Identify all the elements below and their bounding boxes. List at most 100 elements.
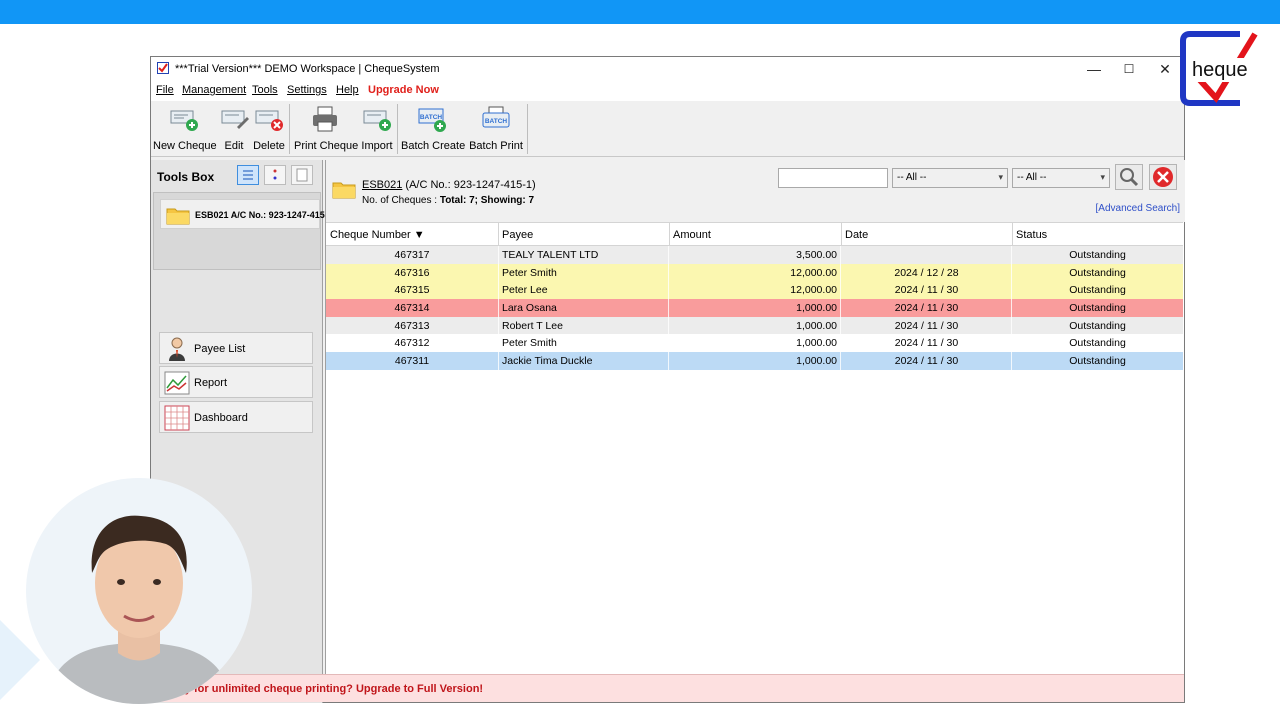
cell-cheque-number: 467316 — [394, 266, 430, 279]
batch-print-label: Batch Print — [469, 140, 523, 152]
payee-list-button[interactable]: Payee List — [159, 332, 313, 364]
search-button[interactable] — [1115, 164, 1143, 190]
cell-payee: Peter Smith — [502, 266, 557, 279]
import-icon — [363, 110, 391, 131]
person-icon — [169, 337, 185, 361]
filter-select-1-value: -- All -- — [897, 172, 927, 183]
print-cheque-button[interactable]: Print Cheque — [294, 103, 358, 155]
cell-cheque-number: 467314 — [394, 302, 430, 315]
batch-print-badge: BATCH — [485, 118, 508, 125]
close-button[interactable]: ✕ — [1147, 59, 1183, 79]
cell-date: 2024 / 11 / 30 — [894, 355, 959, 368]
import-button[interactable]: Import — [360, 103, 394, 155]
table-row[interactable]: 467315 Peter Lee 12,000.00 2024 / 11 / 30 Ou… — [326, 281, 1183, 300]
report-label: Report — [194, 377, 228, 389]
menu-tools[interactable]: Tools — [252, 84, 278, 96]
table-row[interactable]: 467314 Lara Osana 1,000.00 2024 / 11 / 30 Ou… — [326, 299, 1183, 317]
cell-date: 2024 / 11 / 30 — [894, 284, 959, 297]
import-label: Import — [361, 140, 393, 152]
toolbar-separator — [397, 104, 398, 154]
cheque-count-label: No. of Cheques : — [362, 195, 440, 206]
column-amount[interactable]: Amount — [673, 229, 711, 241]
account-item[interactable]: ESB021 A/C No.: 923-1247-415 — [160, 199, 325, 229]
clear-search-button[interactable] — [1149, 164, 1177, 190]
table-row[interactable]: 467312 Peter Smith 1,000.00 2024 / 11 / 30 O… — [326, 334, 1183, 353]
batch-print-icon: BATCH — [482, 106, 510, 128]
column-divider — [498, 334, 499, 353]
batch-create-label: Batch Create — [401, 140, 466, 152]
batch-print-button[interactable]: BATCH Batch Print — [467, 103, 525, 155]
table-row[interactable]: 467316 Peter Smith 12,000.00 2024 / 12 / 28… — [326, 263, 1183, 282]
payee-list-label: Payee List — [194, 343, 246, 355]
maximize-button[interactable]: ☐ — [1111, 59, 1147, 79]
column-status[interactable]: Status — [1016, 229, 1047, 241]
single-view-button[interactable] — [291, 165, 313, 185]
account-header: ESB021 (A/C No.: 923-1247-415-1) No. of … — [326, 160, 1185, 222]
cell-payee: Jackie Tima Duckle — [502, 355, 593, 368]
filter-select-1[interactable]: -- All -- ▾ — [892, 168, 1008, 188]
folder-icon — [332, 182, 356, 199]
dashboard-button[interactable]: Dashboard — [159, 401, 313, 433]
search-input[interactable] — [778, 168, 888, 188]
new-cheque-button[interactable]: New Cheque — [153, 103, 217, 155]
report-button[interactable]: Report — [159, 366, 313, 398]
upgrade-banner[interactable]: ady for unlimited cheque printing? Upgra… — [151, 674, 1184, 702]
minimize-button[interactable]: — — [1076, 59, 1112, 79]
menu-management[interactable]: Management — [182, 84, 246, 96]
new-cheque-label: New Cheque — [153, 140, 217, 152]
batch-create-button[interactable]: BATCH Batch Create — [401, 103, 466, 155]
delete-icon — [255, 110, 283, 131]
app-icon — [157, 62, 169, 74]
menu-upgrade-now[interactable]: Upgrade Now — [368, 84, 439, 96]
single-view-icon — [296, 168, 308, 182]
menu-settings[interactable]: Settings — [287, 84, 327, 96]
title-bar: ***Trial Version*** DEMO Workspace | Che… — [151, 57, 1184, 81]
batch-create-icon: BATCH — [418, 108, 446, 132]
column-divider — [498, 246, 499, 264]
cell-status: Outstanding — [1069, 302, 1126, 315]
watermark-shape — [0, 620, 40, 700]
column-cheque-number[interactable]: Cheque Number ▼ — [330, 229, 425, 241]
cell-amount: 1,000.00 — [796, 319, 837, 332]
column-date[interactable]: Date — [845, 229, 868, 241]
delete-button[interactable]: Delete — [252, 103, 286, 155]
chevron-down-icon: ▾ — [1100, 172, 1105, 182]
search-icon — [1120, 168, 1139, 187]
menu-file[interactable]: File — [156, 84, 174, 96]
cell-amount: 1,000.00 — [796, 355, 837, 368]
top-banner — [0, 0, 1280, 24]
table-row[interactable]: 467317 TEALY TALENT LTD 3,500.00 Outstandin… — [326, 246, 1183, 264]
table-row[interactable]: 467311 Jackie Tima Duckle 1,000.00 2024 / 1… — [326, 352, 1183, 370]
cheque-table: Cheque Number ▼ Payee Amount Date Status… — [326, 222, 1183, 370]
advanced-search-link[interactable]: [Advanced Search] — [1096, 203, 1181, 214]
account-code-link[interactable]: ESB021 — [362, 179, 402, 191]
filter-select-2-value: -- All -- — [1017, 172, 1047, 183]
cell-status: Outstanding — [1069, 266, 1126, 279]
column-divider — [498, 299, 499, 317]
dashboard-label: Dashboard — [194, 412, 248, 424]
cell-date: 2024 / 11 / 30 — [894, 302, 959, 315]
svg-text:heque: heque — [1192, 59, 1248, 81]
edit-button[interactable]: Edit — [219, 103, 249, 155]
cell-date: 2024 / 12 / 28 — [894, 266, 959, 279]
toolbar: New Cheque Edit Delete Print Cheque Impo… — [151, 101, 1184, 157]
cell-status: Outstanding — [1069, 249, 1126, 261]
menu-help[interactable]: Help — [336, 84, 359, 96]
new-cheque-icon — [170, 110, 198, 131]
list-view-button[interactable] — [237, 165, 259, 185]
cell-date: 2024 / 11 / 30 — [894, 337, 959, 350]
cell-cheque-number: 467317 — [394, 249, 430, 261]
table-row[interactable]: 467313 Robert T Lee 1,000.00 2024 / 11 / 30… — [326, 316, 1183, 335]
folder-icon — [166, 208, 190, 225]
batch-create-badge: BATCH — [420, 114, 443, 121]
detail-view-button[interactable] — [264, 165, 286, 185]
column-divider — [498, 352, 499, 370]
chevron-down-icon: ▾ — [998, 172, 1003, 182]
column-payee[interactable]: Payee — [502, 229, 533, 241]
list-view-icon — [243, 170, 253, 180]
cell-amount: 1,000.00 — [796, 302, 837, 315]
clear-icon — [1153, 167, 1173, 187]
filter-select-2[interactable]: -- All -- ▾ — [1012, 168, 1110, 188]
cell-payee: Peter Lee — [502, 284, 548, 297]
column-divider — [498, 281, 499, 300]
